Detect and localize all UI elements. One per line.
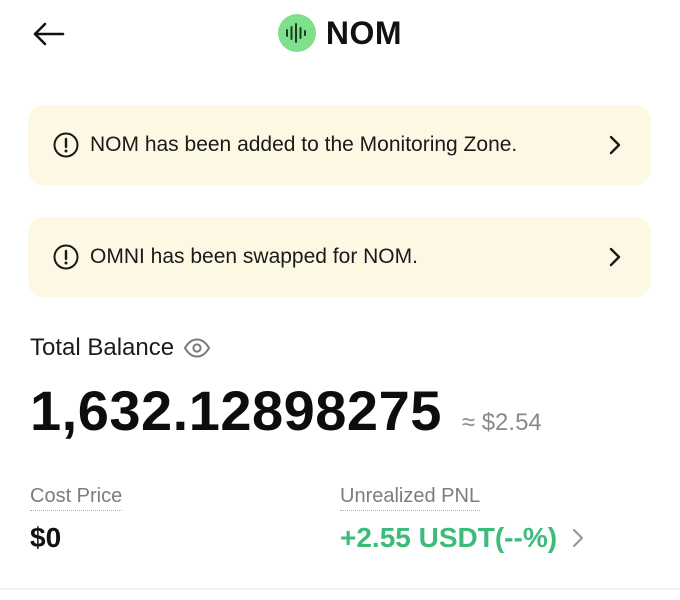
eye-icon bbox=[183, 338, 211, 358]
unrealized-pnl-value: +2.55 USDT(--%) bbox=[340, 522, 558, 553]
cost-price-label[interactable]: Cost Price bbox=[30, 485, 123, 511]
unrealized-pnl-row[interactable]: +2.55 USDT(--%) bbox=[340, 522, 589, 554]
nom-token-logo-icon bbox=[277, 14, 316, 52]
balance-label: Total Balance bbox=[30, 334, 175, 361]
notice-text: NOM has been added to the Monitoring Zon… bbox=[90, 133, 518, 156]
notice-monitoring-zone[interactable]: NOM has been added to the Monitoring Zon… bbox=[28, 105, 651, 185]
toggle-balance-visibility-button[interactable] bbox=[182, 333, 212, 363]
unrealized-pnl-label[interactable]: Unrealized PNL bbox=[340, 485, 481, 511]
balance-fiat-value: ≈ $2.54 bbox=[461, 409, 542, 436]
title-group: NOM bbox=[0, 12, 680, 54]
divider bbox=[0, 588, 680, 590]
chevron-right-icon bbox=[567, 524, 589, 552]
chevron-right-icon bbox=[603, 245, 627, 269]
balance-row: 1,632.12898275 ≈ $2.54 bbox=[30, 378, 542, 448]
alert-circle-icon bbox=[52, 243, 80, 271]
page-title: NOM bbox=[325, 14, 403, 51]
chevron-right-icon bbox=[603, 133, 627, 157]
cost-price-value: $0 bbox=[30, 522, 62, 553]
balance-label-row: Total Balance bbox=[30, 332, 212, 364]
header: NOM bbox=[0, 0, 680, 70]
alert-circle-icon bbox=[52, 131, 80, 159]
notice-swap[interactable]: OMNI has been swapped for NOM. bbox=[28, 217, 651, 297]
balance-value: 1,632.12898275 bbox=[30, 379, 442, 442]
notice-text: OMNI has been swapped for NOM. bbox=[90, 245, 418, 268]
token-detail-screen: NOM NOM has been added to the Monitoring… bbox=[0, 0, 680, 600]
